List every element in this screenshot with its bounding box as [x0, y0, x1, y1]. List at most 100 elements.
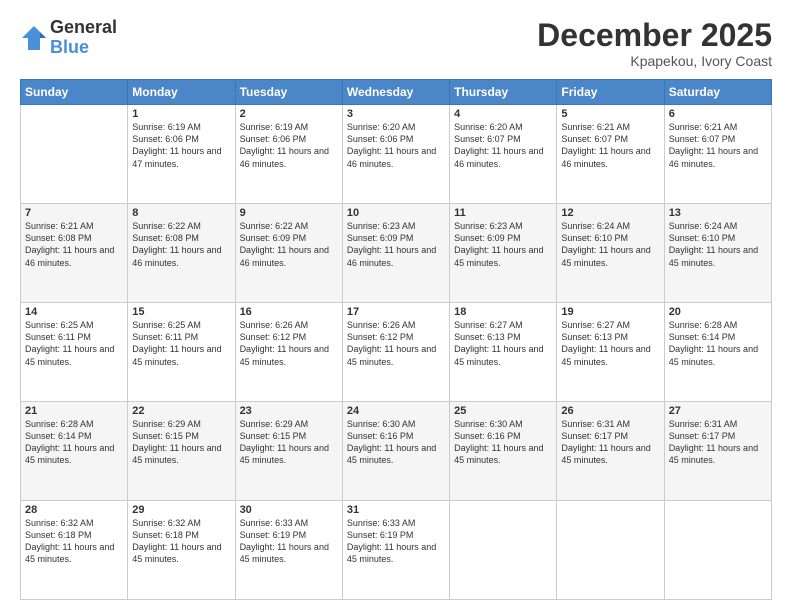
day-info: Sunrise: 6:27 AM Sunset: 6:13 PM Dayligh… [454, 319, 552, 368]
table-row: 16Sunrise: 6:26 AM Sunset: 6:12 PM Dayli… [235, 303, 342, 402]
day-number: 2 [240, 108, 338, 120]
day-info: Sunrise: 6:25 AM Sunset: 6:11 PM Dayligh… [25, 319, 123, 368]
day-number: 11 [454, 207, 552, 219]
table-row: 11Sunrise: 6:23 AM Sunset: 6:09 PM Dayli… [450, 204, 557, 303]
day-number: 15 [132, 306, 230, 318]
day-info: Sunrise: 6:31 AM Sunset: 6:17 PM Dayligh… [561, 418, 659, 467]
table-row: 4Sunrise: 6:20 AM Sunset: 6:07 PM Daylig… [450, 105, 557, 204]
day-info: Sunrise: 6:29 AM Sunset: 6:15 PM Dayligh… [240, 418, 338, 467]
logo-general-text: General [50, 18, 117, 38]
day-info: Sunrise: 6:32 AM Sunset: 6:18 PM Dayligh… [25, 517, 123, 566]
table-row: 20Sunrise: 6:28 AM Sunset: 6:14 PM Dayli… [664, 303, 771, 402]
day-number: 5 [561, 108, 659, 120]
day-info: Sunrise: 6:22 AM Sunset: 6:08 PM Dayligh… [132, 220, 230, 269]
col-saturday: Saturday [664, 80, 771, 105]
day-info: Sunrise: 6:22 AM Sunset: 6:09 PM Dayligh… [240, 220, 338, 269]
day-number: 18 [454, 306, 552, 318]
day-info: Sunrise: 6:21 AM Sunset: 6:08 PM Dayligh… [25, 220, 123, 269]
day-info: Sunrise: 6:26 AM Sunset: 6:12 PM Dayligh… [347, 319, 445, 368]
table-row: 15Sunrise: 6:25 AM Sunset: 6:11 PM Dayli… [128, 303, 235, 402]
logo: General Blue [20, 18, 117, 58]
day-info: Sunrise: 6:21 AM Sunset: 6:07 PM Dayligh… [561, 121, 659, 170]
day-info: Sunrise: 6:21 AM Sunset: 6:07 PM Dayligh… [669, 121, 767, 170]
table-row: 27Sunrise: 6:31 AM Sunset: 6:17 PM Dayli… [664, 402, 771, 501]
table-row: 22Sunrise: 6:29 AM Sunset: 6:15 PM Dayli… [128, 402, 235, 501]
title-block: December 2025 Kpapekou, Ivory Coast [537, 18, 772, 69]
table-row: 30Sunrise: 6:33 AM Sunset: 6:19 PM Dayli… [235, 501, 342, 600]
day-info: Sunrise: 6:25 AM Sunset: 6:11 PM Dayligh… [132, 319, 230, 368]
day-info: Sunrise: 6:28 AM Sunset: 6:14 PM Dayligh… [669, 319, 767, 368]
day-info: Sunrise: 6:28 AM Sunset: 6:14 PM Dayligh… [25, 418, 123, 467]
day-number: 12 [561, 207, 659, 219]
day-number: 9 [240, 207, 338, 219]
table-row: 3Sunrise: 6:20 AM Sunset: 6:06 PM Daylig… [342, 105, 449, 204]
col-sunday: Sunday [21, 80, 128, 105]
day-number: 14 [25, 306, 123, 318]
day-info: Sunrise: 6:24 AM Sunset: 6:10 PM Dayligh… [669, 220, 767, 269]
table-row: 19Sunrise: 6:27 AM Sunset: 6:13 PM Dayli… [557, 303, 664, 402]
day-number: 3 [347, 108, 445, 120]
day-number: 26 [561, 405, 659, 417]
calendar-week-row: 7Sunrise: 6:21 AM Sunset: 6:08 PM Daylig… [21, 204, 772, 303]
day-info: Sunrise: 6:23 AM Sunset: 6:09 PM Dayligh… [454, 220, 552, 269]
table-row: 12Sunrise: 6:24 AM Sunset: 6:10 PM Dayli… [557, 204, 664, 303]
logo-blue-text: Blue [50, 38, 117, 58]
day-number: 27 [669, 405, 767, 417]
col-friday: Friday [557, 80, 664, 105]
day-info: Sunrise: 6:19 AM Sunset: 6:06 PM Dayligh… [132, 121, 230, 170]
logo-text: General Blue [50, 18, 117, 58]
day-info: Sunrise: 6:30 AM Sunset: 6:16 PM Dayligh… [347, 418, 445, 467]
table-row: 24Sunrise: 6:30 AM Sunset: 6:16 PM Dayli… [342, 402, 449, 501]
day-info: Sunrise: 6:31 AM Sunset: 6:17 PM Dayligh… [669, 418, 767, 467]
day-number: 23 [240, 405, 338, 417]
col-tuesday: Tuesday [235, 80, 342, 105]
day-info: Sunrise: 6:19 AM Sunset: 6:06 PM Dayligh… [240, 121, 338, 170]
table-row [21, 105, 128, 204]
table-row: 23Sunrise: 6:29 AM Sunset: 6:15 PM Dayli… [235, 402, 342, 501]
table-row: 26Sunrise: 6:31 AM Sunset: 6:17 PM Dayli… [557, 402, 664, 501]
day-number: 25 [454, 405, 552, 417]
table-row [557, 501, 664, 600]
table-row: 17Sunrise: 6:26 AM Sunset: 6:12 PM Dayli… [342, 303, 449, 402]
day-number: 8 [132, 207, 230, 219]
location-subtitle: Kpapekou, Ivory Coast [537, 53, 772, 69]
day-number: 28 [25, 504, 123, 516]
table-row: 14Sunrise: 6:25 AM Sunset: 6:11 PM Dayli… [21, 303, 128, 402]
table-row: 9Sunrise: 6:22 AM Sunset: 6:09 PM Daylig… [235, 204, 342, 303]
table-row: 2Sunrise: 6:19 AM Sunset: 6:06 PM Daylig… [235, 105, 342, 204]
calendar-week-row: 14Sunrise: 6:25 AM Sunset: 6:11 PM Dayli… [21, 303, 772, 402]
day-number: 22 [132, 405, 230, 417]
day-number: 6 [669, 108, 767, 120]
day-number: 29 [132, 504, 230, 516]
calendar-week-row: 1Sunrise: 6:19 AM Sunset: 6:06 PM Daylig… [21, 105, 772, 204]
table-row: 13Sunrise: 6:24 AM Sunset: 6:10 PM Dayli… [664, 204, 771, 303]
day-info: Sunrise: 6:24 AM Sunset: 6:10 PM Dayligh… [561, 220, 659, 269]
day-number: 19 [561, 306, 659, 318]
day-info: Sunrise: 6:27 AM Sunset: 6:13 PM Dayligh… [561, 319, 659, 368]
day-number: 13 [669, 207, 767, 219]
month-title: December 2025 [537, 18, 772, 53]
calendar-body: 1Sunrise: 6:19 AM Sunset: 6:06 PM Daylig… [21, 105, 772, 600]
day-number: 4 [454, 108, 552, 120]
calendar-week-row: 28Sunrise: 6:32 AM Sunset: 6:18 PM Dayli… [21, 501, 772, 600]
calendar-week-row: 21Sunrise: 6:28 AM Sunset: 6:14 PM Dayli… [21, 402, 772, 501]
day-number: 21 [25, 405, 123, 417]
header: General Blue December 2025 Kpapekou, Ivo… [20, 18, 772, 69]
day-number: 17 [347, 306, 445, 318]
col-thursday: Thursday [450, 80, 557, 105]
calendar-table: Sunday Monday Tuesday Wednesday Thursday… [20, 79, 772, 600]
table-row: 10Sunrise: 6:23 AM Sunset: 6:09 PM Dayli… [342, 204, 449, 303]
day-info: Sunrise: 6:29 AM Sunset: 6:15 PM Dayligh… [132, 418, 230, 467]
col-wednesday: Wednesday [342, 80, 449, 105]
table-row [664, 501, 771, 600]
table-row: 21Sunrise: 6:28 AM Sunset: 6:14 PM Dayli… [21, 402, 128, 501]
day-number: 30 [240, 504, 338, 516]
col-monday: Monday [128, 80, 235, 105]
day-info: Sunrise: 6:32 AM Sunset: 6:18 PM Dayligh… [132, 517, 230, 566]
day-number: 1 [132, 108, 230, 120]
day-number: 10 [347, 207, 445, 219]
day-info: Sunrise: 6:23 AM Sunset: 6:09 PM Dayligh… [347, 220, 445, 269]
day-info: Sunrise: 6:20 AM Sunset: 6:06 PM Dayligh… [347, 121, 445, 170]
table-row: 8Sunrise: 6:22 AM Sunset: 6:08 PM Daylig… [128, 204, 235, 303]
table-row: 25Sunrise: 6:30 AM Sunset: 6:16 PM Dayli… [450, 402, 557, 501]
